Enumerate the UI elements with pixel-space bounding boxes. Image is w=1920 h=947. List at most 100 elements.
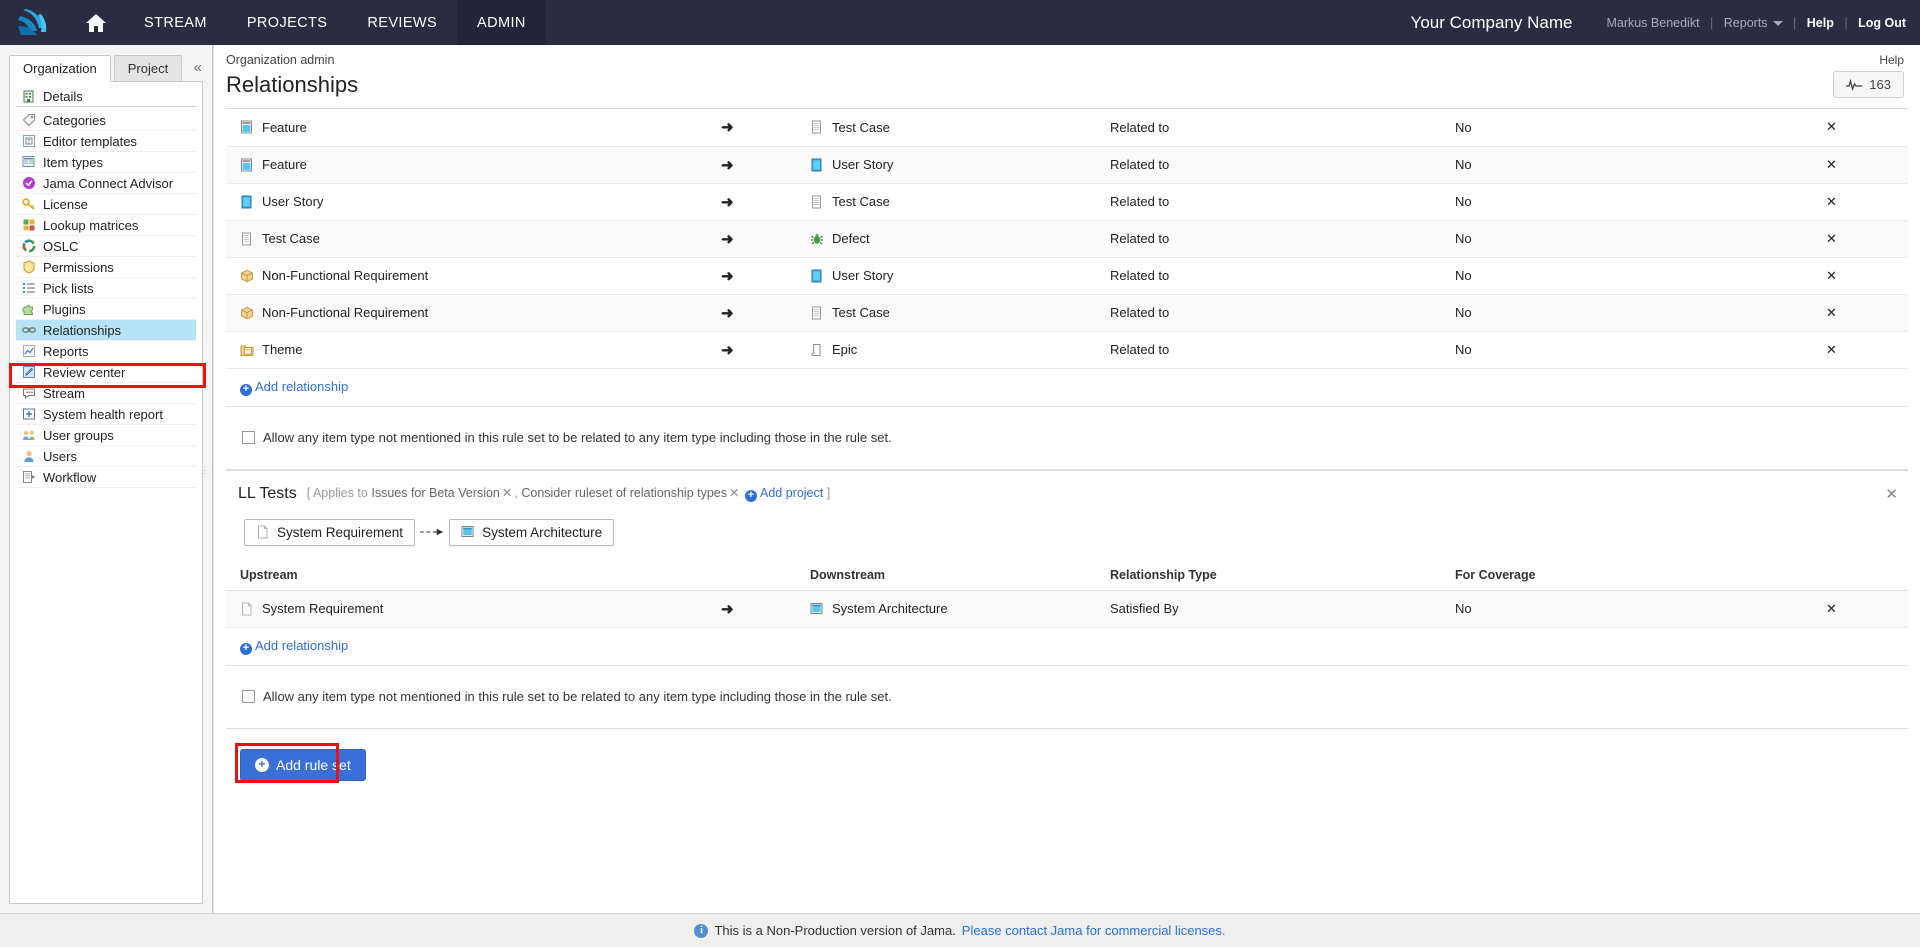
help-link[interactable]: Help — [1807, 16, 1834, 30]
add-rule-set-button[interactable]: + Add rule set — [240, 748, 366, 781]
tag-icon — [22, 113, 36, 127]
puzzle-icon — [22, 302, 36, 316]
ruleset-panel-default: Feature ➜ Test Case Related to No ✕ Feat… — [226, 108, 1908, 470]
sidebar-item-label: License — [43, 196, 88, 212]
for-coverage-value: No — [1441, 109, 1741, 147]
ruleset-header-ll-tests: LL Tests [ Applies to Issues for Beta Ve… — [226, 471, 1908, 513]
sidebar-item-review-center[interactable]: Review center — [16, 362, 196, 383]
flow-node-from[interactable]: System Requirement — [244, 518, 416, 546]
list-icon — [22, 281, 36, 295]
allow-any-checkbox[interactable] — [242, 431, 255, 444]
upstream-label: Feature — [262, 157, 307, 172]
for-coverage-value: No — [1441, 183, 1741, 221]
collapse-sidebar-icon[interactable]: « — [194, 60, 202, 81]
remove-applies-to-0-icon[interactable]: ✕ — [502, 486, 512, 500]
top-nav-right-cluster: Your Company Name Markus Benedikt | Repo… — [1411, 0, 1920, 45]
table-row[interactable]: Feature ➜ User Story Related to No ✕ — [226, 146, 1908, 184]
ruleset-panel-ll-tests: ✕ LL Tests [ Applies to Issues for Beta … — [226, 469, 1908, 729]
table-row[interactable]: Test Case ➜ Defect Related to No ✕ — [226, 220, 1908, 258]
downstream-label: Test Case — [832, 119, 890, 135]
current-user-name[interactable]: Markus Benedikt — [1606, 16, 1699, 30]
sidebar-item-relationships[interactable]: Relationships — [16, 320, 196, 341]
table-row[interactable]: User Story ➜ Test Case Related to No ✕ — [226, 183, 1908, 221]
direction-arrow-cell: ➜ — [721, 331, 796, 369]
workflow-icon — [22, 470, 36, 484]
sidebar-item-lookup-matrices[interactable]: Lookup matrices — [16, 215, 196, 236]
flow-node-to[interactable]: System Architecture — [449, 518, 615, 546]
sidebar-item-license[interactable]: License — [16, 194, 196, 215]
nav-link-admin[interactable]: ADMIN — [457, 0, 546, 45]
add-relationship-link[interactable]: + Add relationship — [240, 379, 348, 396]
sidebar-item-label: Item types — [43, 154, 103, 170]
allow-any-label: Allow any item type not mentioned in thi… — [263, 430, 892, 445]
sidebar-item-oslc[interactable]: OSLC — [16, 236, 196, 257]
logout-link[interactable]: Log Out — [1858, 16, 1906, 30]
allow-any-checkbox[interactable] — [242, 690, 255, 703]
upstream-label: User Story — [262, 194, 324, 209]
footer-license-link[interactable]: Please contact Jama for commercial licen… — [962, 923, 1226, 938]
remove-row-icon[interactable]: ✕ — [1741, 331, 1908, 369]
table-row[interactable]: Feature ➜ Test Case Related to No ✕ — [226, 109, 1908, 147]
tab-project[interactable]: Project — [113, 55, 183, 82]
sidebar-item-jama-connect-advisor[interactable]: Jama Connect Advisor — [16, 173, 196, 194]
nav-link-projects[interactable]: PROJECTS — [227, 0, 348, 45]
ruleset-type-flow: System Requirement System Architecture — [226, 513, 1908, 560]
table-row[interactable]: System Requirement ➜ System Architecture… — [226, 590, 1908, 628]
plus-circle-icon: + — [240, 383, 252, 396]
remove-row-icon[interactable]: ✕ — [1741, 183, 1908, 221]
sidebar-item-categories[interactable]: Categories — [16, 110, 196, 131]
page-help-link[interactable]: Help — [1879, 53, 1904, 67]
relationship-table-default: Feature ➜ Test Case Related to No ✕ Feat… — [226, 109, 1908, 369]
remove-row-icon[interactable]: ✕ — [1741, 294, 1908, 332]
downstream-label: Test Case — [832, 194, 890, 209]
chevron-down-icon[interactable] — [1772, 20, 1783, 26]
nav-separator-2: | — [1793, 15, 1797, 30]
sidebar-item-users[interactable]: Users — [16, 446, 196, 467]
nav-link-stream[interactable]: STREAM — [124, 0, 227, 45]
table-row[interactable]: Non-Functional Requirement ➜ Test Case R… — [226, 294, 1908, 332]
flow-node-from-label: System Requirement — [277, 524, 404, 540]
applies-to-project-1[interactable]: Consider ruleset of relationship types — [521, 486, 727, 500]
add-project-link[interactable]: + Add project — [744, 486, 823, 502]
matrix-icon — [22, 218, 36, 232]
jama-logo[interactable] — [0, 0, 68, 45]
theme-folder-icon — [240, 343, 254, 357]
sidebar-item-editor-templates[interactable]: T Editor templates — [16, 131, 196, 152]
remove-applies-to-1-icon[interactable]: ✕ — [729, 486, 739, 500]
sidebar-item-pick-lists[interactable]: Pick lists — [16, 278, 196, 299]
sidebar-item-plugins[interactable]: Plugins — [16, 299, 196, 320]
dashed-arrow-icon — [419, 528, 444, 536]
home-button[interactable] — [68, 0, 124, 45]
remove-row-icon[interactable]: ✕ — [1741, 257, 1908, 295]
tab-organization[interactable]: Organization — [9, 55, 111, 82]
arrow-right-icon: ➜ — [721, 267, 734, 285]
sidebar-item-workflow[interactable]: Workflow — [16, 467, 196, 488]
plus-circle-icon: + — [255, 757, 269, 772]
sidebar-item-permissions[interactable]: Permissions — [16, 257, 196, 278]
table-row[interactable]: Theme ➜ Epic Related to No ✕ — [226, 331, 1908, 369]
sidebar-item-item-types[interactable]: Item types — [16, 152, 196, 173]
sidebar-item-label: System health report — [43, 406, 163, 422]
sidebar-item-details[interactable]: Details — [16, 86, 196, 107]
sidebar-item-system-health-report[interactable]: System health report — [16, 404, 196, 425]
sidebar-item-user-groups[interactable]: User groups — [16, 425, 196, 446]
sidebar-item-stream[interactable]: Stream — [16, 383, 196, 404]
add-relationship-link[interactable]: + Add relationship — [240, 638, 348, 655]
remove-row-icon[interactable]: ✕ — [1741, 146, 1908, 184]
plus-circle-icon: + — [240, 642, 252, 655]
relationship-type-value: Related to — [1096, 109, 1441, 147]
nav-link-reviews[interactable]: REVIEWS — [347, 0, 457, 45]
remove-row-icon[interactable]: ✕ — [1741, 220, 1908, 258]
chart-icon — [22, 344, 36, 358]
sidebar-resize-grip[interactable]: ⋮⋮ — [200, 465, 217, 490]
remove-row-icon[interactable]: ✕ — [1741, 590, 1908, 628]
system-architecture-icon — [461, 525, 475, 539]
remove-row-icon[interactable]: ✕ — [1741, 109, 1908, 147]
for-coverage-value: No — [1441, 257, 1741, 295]
reports-menu[interactable]: Reports — [1724, 16, 1768, 30]
pulse-counter-button[interactable]: 163 — [1833, 71, 1904, 98]
remove-ruleset-icon[interactable]: ✕ — [1885, 485, 1898, 503]
applies-to-project-0[interactable]: Issues for Beta Version — [371, 486, 500, 500]
sidebar-item-reports[interactable]: Reports — [16, 341, 196, 362]
table-row[interactable]: Non-Functional Requirement ➜ User Story … — [226, 257, 1908, 295]
